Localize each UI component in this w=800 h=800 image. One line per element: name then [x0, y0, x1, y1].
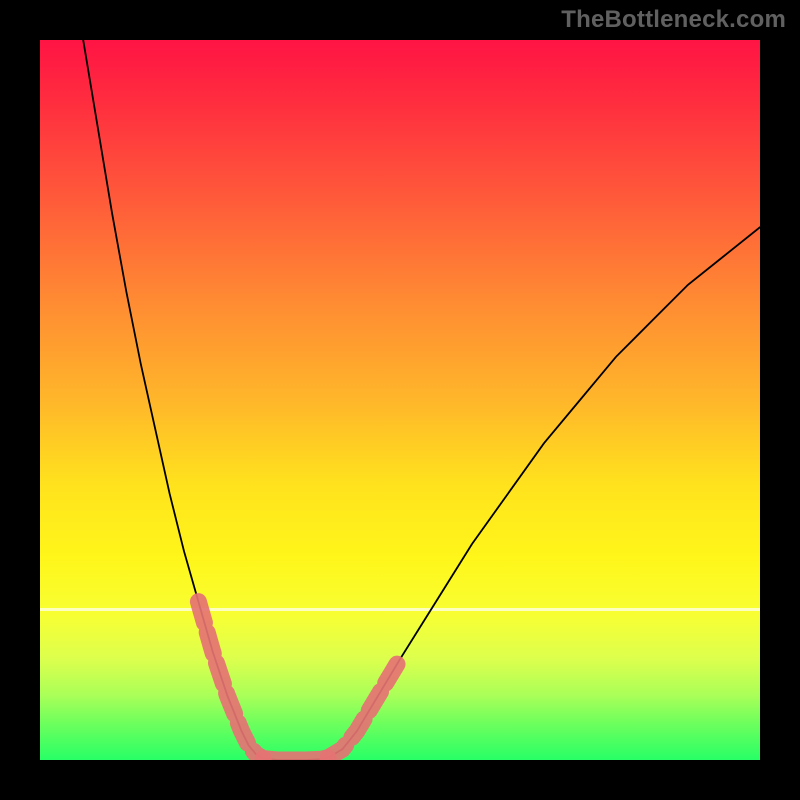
chart-stage: TheBottleneck.com [0, 0, 800, 800]
overlay-right-dashes [328, 659, 400, 758]
curve-svg [40, 40, 760, 760]
plot-area [40, 40, 760, 760]
watermark-text: TheBottleneck.com [561, 6, 786, 34]
overlay-left-dashes [198, 602, 263, 759]
overlay-floor-solid [263, 758, 328, 760]
curve-left-branch [83, 40, 263, 759]
